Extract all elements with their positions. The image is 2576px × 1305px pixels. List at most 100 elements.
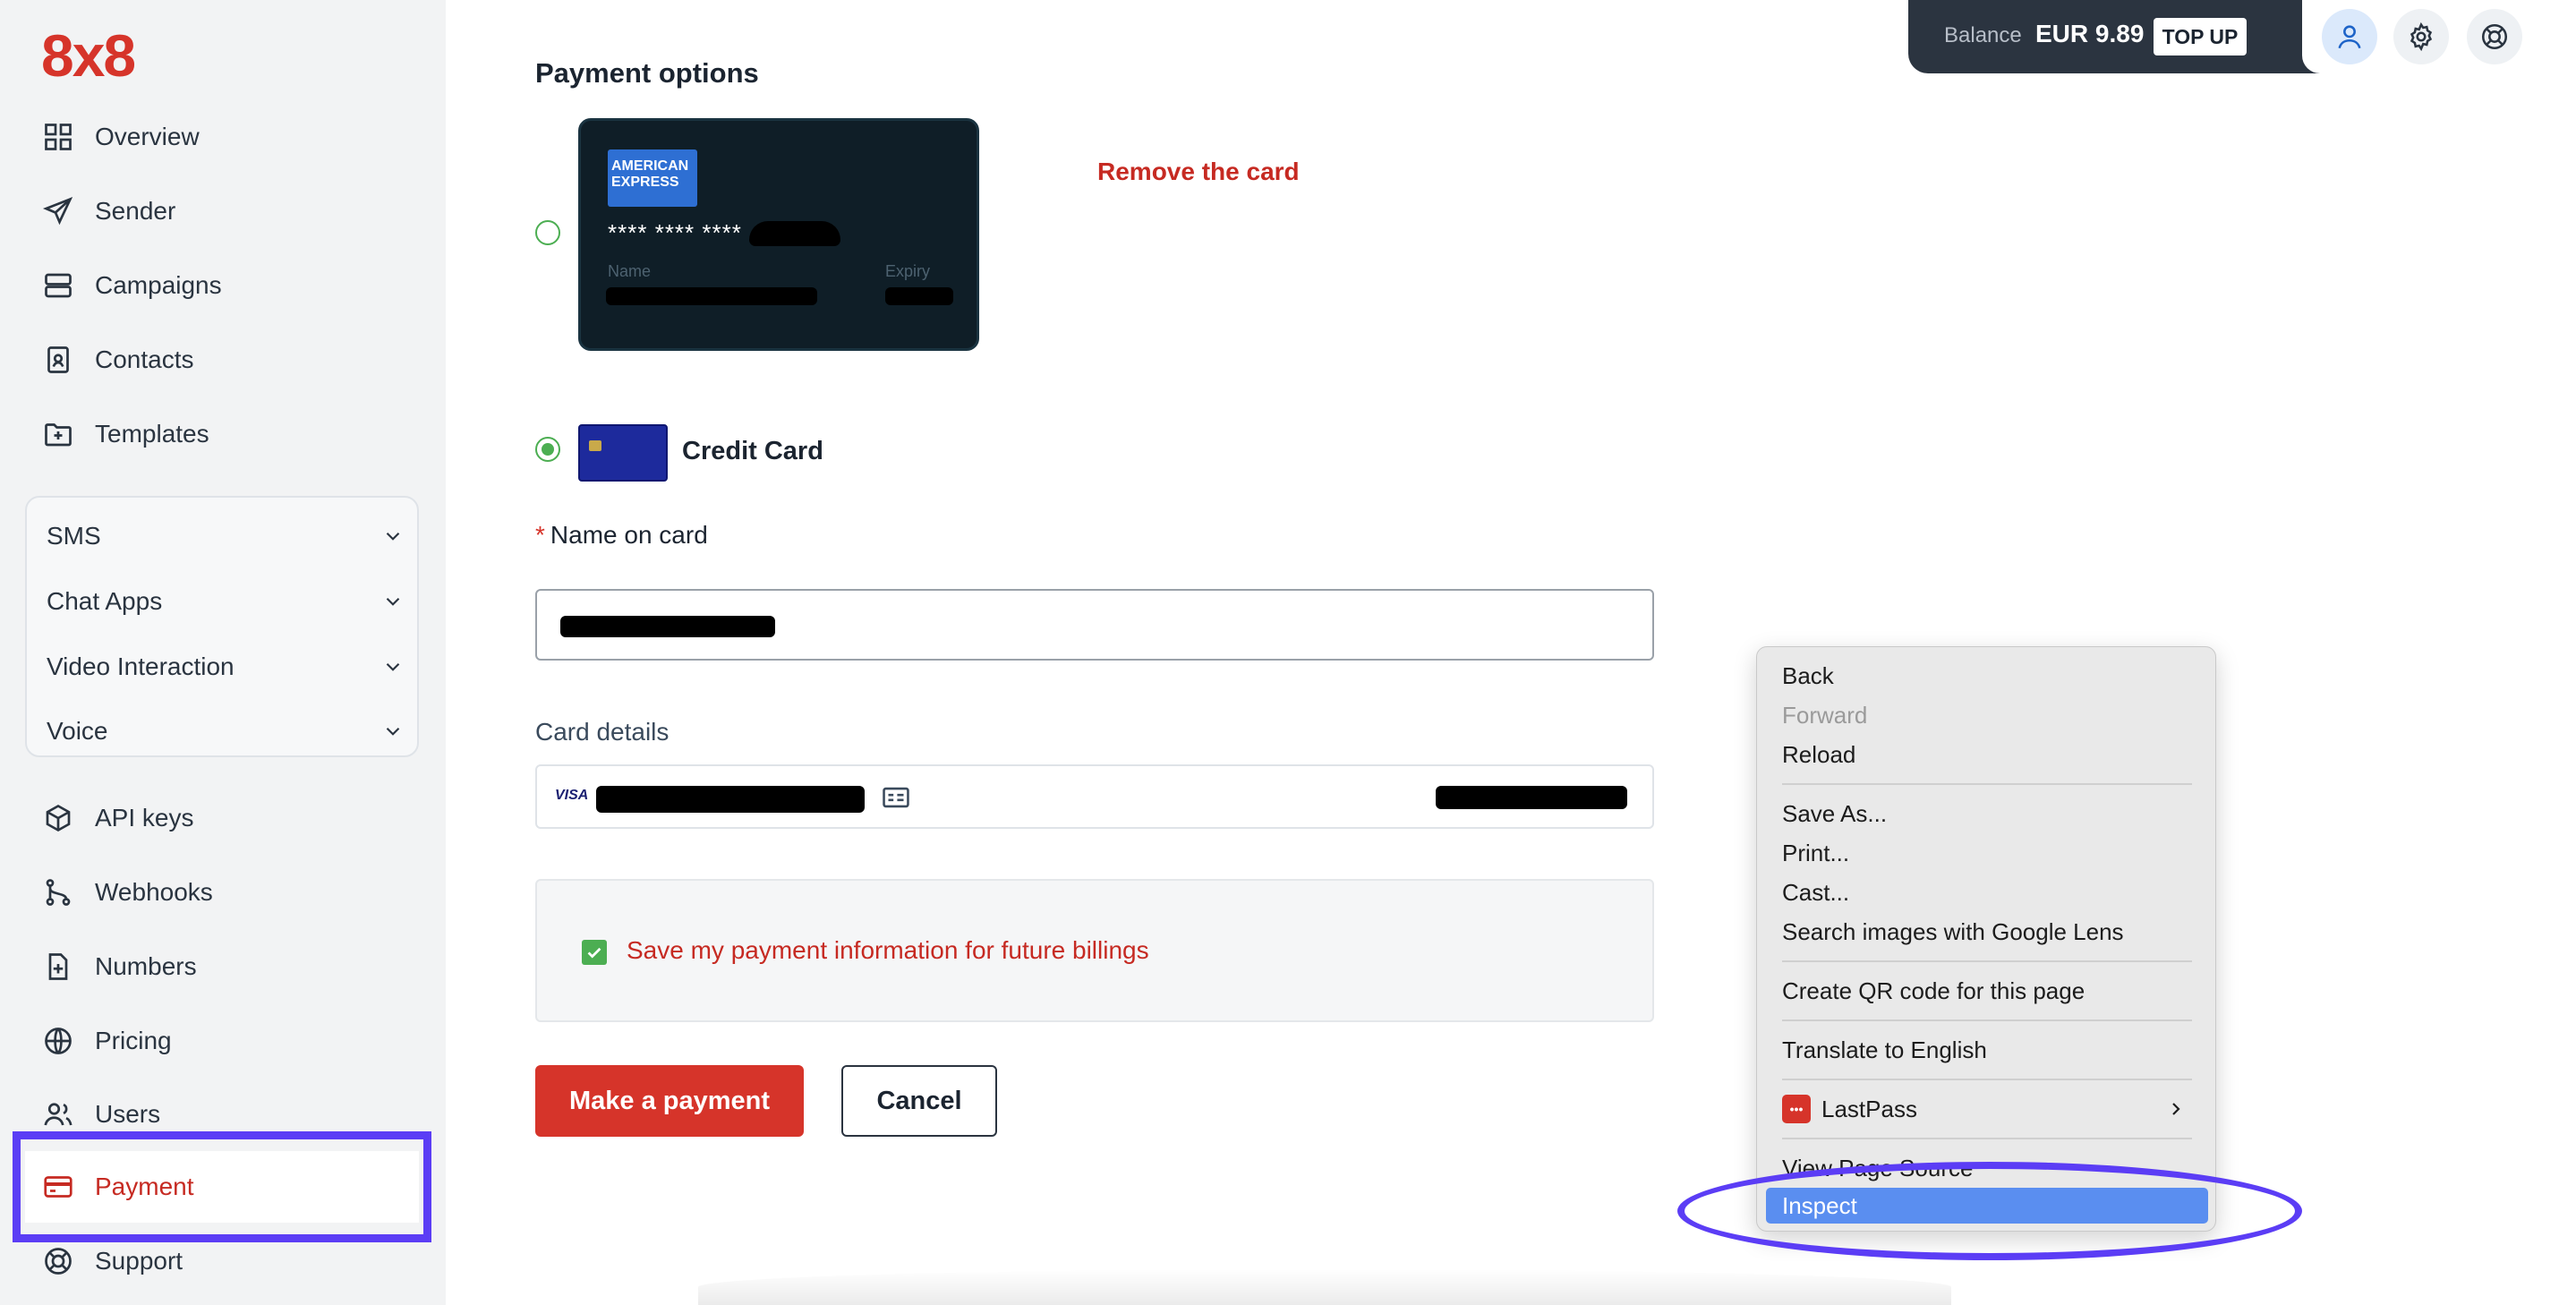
balance-label: Balance bbox=[1944, 23, 2022, 47]
make-payment-button[interactable]: Make a payment bbox=[535, 1065, 804, 1137]
lifebuoy-icon bbox=[41, 1244, 75, 1278]
group-label: Video Interaction bbox=[47, 652, 235, 680]
redaction bbox=[606, 287, 817, 305]
sidebar-item-templates[interactable]: Templates bbox=[41, 412, 209, 456]
card-expiry-label: Expiry bbox=[885, 262, 931, 280]
top-up-button[interactable]: TOP UP bbox=[2154, 18, 2247, 55]
menu-item-cast[interactable]: Cast... bbox=[1782, 874, 2192, 910]
credit-card-label: Credit Card bbox=[682, 437, 823, 465]
menu-item-translate[interactable]: Translate to English bbox=[1782, 1032, 2192, 1068]
payment-highlight-annotation bbox=[13, 1131, 431, 1242]
menu-item-forward[interactable]: Forward bbox=[1782, 697, 2192, 733]
sidebar-item-support[interactable]: Support bbox=[41, 1239, 183, 1284]
amex-logo: AMERICAN EXPRESS bbox=[608, 149, 697, 207]
group-sms[interactable]: SMS bbox=[47, 516, 405, 557]
bottom-shadow bbox=[698, 1269, 1951, 1305]
sidebar-item-overview[interactable]: Overview bbox=[41, 115, 200, 159]
sidebar-item-sender[interactable]: Sender bbox=[41, 189, 175, 234]
menu-separator bbox=[1782, 960, 2192, 962]
sidebar-item-api-keys[interactable]: API keys bbox=[41, 796, 193, 840]
redaction bbox=[560, 616, 775, 637]
sidebar-item-label: Templates bbox=[95, 420, 209, 448]
sidebar-item-campaigns[interactable]: Campaigns bbox=[41, 263, 222, 308]
balance-value: EUR 9.89 bbox=[2035, 20, 2145, 47]
redaction bbox=[596, 786, 865, 813]
users-icon bbox=[41, 1097, 75, 1131]
lastpass-icon: ••• bbox=[1782, 1095, 1811, 1123]
sidebar-item-label: Overview bbox=[95, 123, 200, 150]
logo-8x8[interactable]: 8x8 bbox=[41, 21, 136, 90]
campaigns-icon bbox=[41, 269, 75, 303]
menu-item-lastpass[interactable]: ••• LastPass bbox=[1782, 1091, 2192, 1127]
sidebar-item-label: Campaigns bbox=[95, 271, 222, 299]
card-details-input[interactable]: VISA bbox=[535, 764, 1654, 829]
save-info-label[interactable]: Save my payment information for future b… bbox=[627, 936, 1149, 965]
menu-item-inspect[interactable]: Inspect bbox=[1766, 1188, 2208, 1224]
sidebar-item-label: Numbers bbox=[95, 952, 197, 980]
name-on-card-label: * Name on card bbox=[535, 521, 708, 550]
saved-amex-card[interactable]: AMERICAN EXPRESS **** **** **** Name Exp… bbox=[578, 118, 979, 351]
header-icons bbox=[2302, 0, 2571, 73]
channel-groups: SMS Chat Apps Video Interaction Voice bbox=[25, 496, 419, 757]
credit-card-radio[interactable] bbox=[535, 437, 560, 462]
required-mark: * bbox=[535, 521, 545, 549]
card-name-label: Name bbox=[608, 262, 652, 280]
group-voice[interactable]: Voice bbox=[47, 711, 405, 752]
menu-separator bbox=[1782, 783, 2192, 785]
group-video-interaction[interactable]: Video Interaction bbox=[47, 646, 405, 687]
name-on-card-input[interactable] bbox=[535, 589, 1654, 661]
group-chat-apps[interactable]: Chat Apps bbox=[47, 581, 405, 622]
sidebar-item-users[interactable]: Users bbox=[41, 1092, 160, 1137]
cube-icon bbox=[41, 801, 75, 835]
save-info-checkbox[interactable] bbox=[582, 940, 607, 965]
chevron-down-icon bbox=[386, 597, 400, 606]
profile-button[interactable] bbox=[2322, 9, 2377, 64]
sidebar-item-label: Contacts bbox=[95, 345, 194, 373]
chevron-down-icon bbox=[386, 532, 400, 541]
card-cvc-icon bbox=[883, 787, 909, 808]
contacts-icon bbox=[41, 343, 75, 377]
sidebar-item-pricing[interactable]: Pricing bbox=[41, 1019, 172, 1063]
cancel-button[interactable]: Cancel bbox=[841, 1065, 997, 1137]
page-title: Payment options bbox=[535, 57, 759, 89]
card-number-masked: **** **** **** bbox=[608, 219, 742, 246]
checkmark-icon bbox=[587, 947, 601, 959]
sidebar-item-label: Pricing bbox=[95, 1027, 172, 1054]
balance-panel: Balance EUR 9.89 TOP UP bbox=[1908, 0, 2571, 73]
browser-context-menu: Back Forward Reload Save As... Print... … bbox=[1756, 646, 2216, 1232]
save-payment-info-box: Save my payment information for future b… bbox=[535, 879, 1654, 1022]
grid-icon bbox=[41, 120, 75, 154]
send-icon bbox=[41, 194, 75, 228]
settings-button[interactable] bbox=[2393, 9, 2449, 64]
menu-item-reload[interactable]: Reload bbox=[1782, 737, 2192, 772]
chevron-down-icon bbox=[386, 727, 400, 736]
redaction bbox=[885, 287, 953, 305]
sidebar-item-webhooks[interactable]: Webhooks bbox=[41, 870, 213, 915]
sidebar-item-label: Sender bbox=[95, 197, 176, 225]
sidebar-item-numbers[interactable]: Numbers bbox=[41, 944, 197, 989]
sidebar-item-contacts[interactable]: Contacts bbox=[41, 337, 194, 382]
sidebar-item-label: Users bbox=[95, 1100, 161, 1128]
group-label: Voice bbox=[47, 717, 108, 745]
menu-item-back[interactable]: Back bbox=[1782, 658, 2192, 694]
webhooks-icon bbox=[41, 875, 75, 909]
redaction bbox=[749, 221, 840, 246]
menu-item-print[interactable]: Print... bbox=[1782, 835, 2192, 871]
name-on-card-text: Name on card bbox=[550, 521, 708, 549]
menu-item-google-lens[interactable]: Search images with Google Lens bbox=[1782, 914, 2192, 950]
remove-card-link[interactable]: Remove the card bbox=[1097, 158, 1300, 186]
globe-icon bbox=[41, 1024, 75, 1058]
menu-item-qr-code[interactable]: Create QR code for this page bbox=[1782, 973, 2192, 1009]
menu-separator bbox=[1782, 1019, 2192, 1021]
numbers-icon bbox=[41, 950, 75, 984]
menu-item-label: LastPass bbox=[1821, 1095, 1917, 1122]
menu-item-view-source[interactable]: View Page Source bbox=[1782, 1150, 2192, 1186]
card-details-label: Card details bbox=[535, 718, 670, 746]
saved-card-radio[interactable] bbox=[535, 220, 560, 245]
sidebar: 8x8 Overview Sender Campaigns Contacts T… bbox=[0, 0, 446, 1305]
credit-card-image-icon bbox=[578, 424, 668, 482]
menu-item-save-as[interactable]: Save As... bbox=[1782, 796, 2192, 832]
gear-icon bbox=[2410, 21, 2433, 52]
help-button[interactable] bbox=[2467, 9, 2522, 64]
lifebuoy-icon bbox=[2481, 23, 2508, 50]
